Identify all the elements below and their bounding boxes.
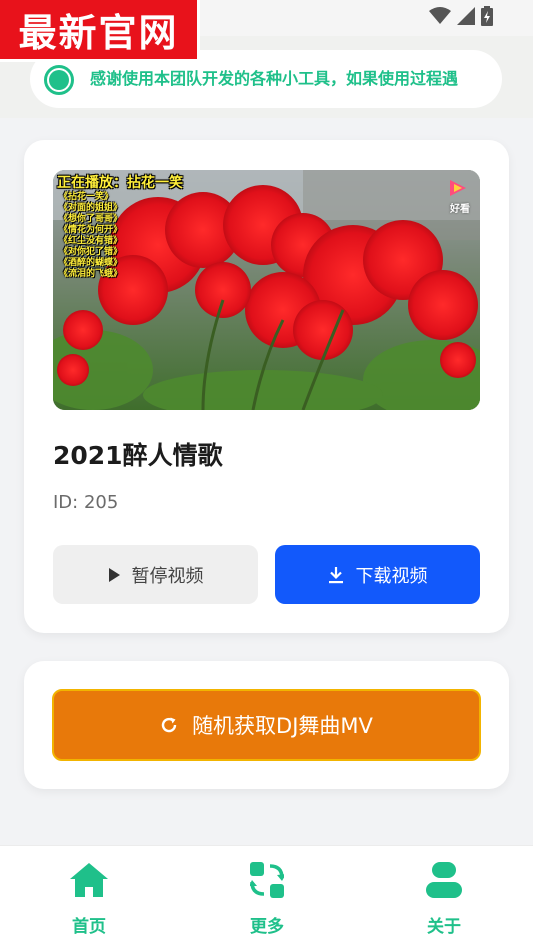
watermark-logo: 最新官网 xyxy=(0,0,200,62)
nav-label-home: 首页 xyxy=(72,917,106,937)
playlist-item: 《拈花一笑》 xyxy=(59,192,114,202)
now-playing-title: 正在播放：拈花一笑 xyxy=(57,175,183,191)
status-icons xyxy=(429,6,493,26)
home-icon xyxy=(70,863,108,897)
switch-icon xyxy=(250,862,284,898)
download-video-label: 下载视频 xyxy=(355,565,428,587)
download-video-button[interactable]: 下载视频 xyxy=(275,545,480,604)
wifi-icon xyxy=(429,7,451,24)
download-icon xyxy=(328,566,343,583)
haokan-logo-text: 好看 xyxy=(450,204,470,215)
playlist-item: 《对你犯了错》 xyxy=(59,247,123,257)
playlist-item: 《流泪的飞蛾》 xyxy=(59,269,123,279)
random-card: 随机获取DJ舞曲MV xyxy=(24,661,509,789)
pause-video-label: 暂停视频 xyxy=(131,565,204,587)
user-icon xyxy=(426,862,462,898)
playlist-item: 《想你了哥哥》 xyxy=(59,214,123,224)
bottom-nav: 首页 更多 关于 xyxy=(0,845,533,948)
notice-status-icon xyxy=(44,65,74,95)
video-title: 2021醉人情歌 xyxy=(53,441,223,470)
pause-video-button[interactable]: 暂停视频 xyxy=(53,545,258,604)
playlist-item: 《情花为何开》 xyxy=(59,225,123,235)
playlist-item: 《酒醉的蝴蝶》 xyxy=(59,258,123,268)
playlist-overlay: 《拈花一笑》 《对面的姐姐》 《想你了哥哥》 《情花为何开》 《红尘没有错》 《… xyxy=(59,192,122,280)
refresh-icon xyxy=(161,717,177,733)
haokan-logo: 好看 xyxy=(448,178,472,215)
nav-item-home[interactable]: 首页 xyxy=(44,860,134,937)
nav-label-about: 关于 xyxy=(427,917,461,937)
video-thumbnail[interactable]: 正在播放：拈花一笑 《拈花一笑》 《对面的姐姐》 《想你了哥哥》 《情花为何开》… xyxy=(53,170,480,410)
play-icon xyxy=(108,567,120,582)
battery-icon xyxy=(481,6,493,26)
nav-item-more[interactable]: 更多 xyxy=(222,860,312,937)
nav-item-about[interactable]: 关于 xyxy=(399,860,489,937)
video-card: 正在播放：拈花一笑 《拈花一笑》 《对面的姐姐》 《想你了哥哥》 《情花为何开》… xyxy=(24,140,509,633)
watermark-text: 最新官网 xyxy=(18,11,179,55)
signal-icon xyxy=(457,7,475,25)
nav-label-more: 更多 xyxy=(250,917,284,937)
playlist-item: 《对面的姐姐》 xyxy=(59,203,123,213)
haokan-logo-icon xyxy=(450,180,466,196)
random-dj-mv-label: 随机获取DJ舞曲MV xyxy=(192,714,373,738)
random-dj-mv-button[interactable]: 随机获取DJ舞曲MV xyxy=(52,689,481,761)
video-id: ID: 205 xyxy=(53,492,119,513)
playlist-item: 《红尘没有错》 xyxy=(59,236,123,246)
